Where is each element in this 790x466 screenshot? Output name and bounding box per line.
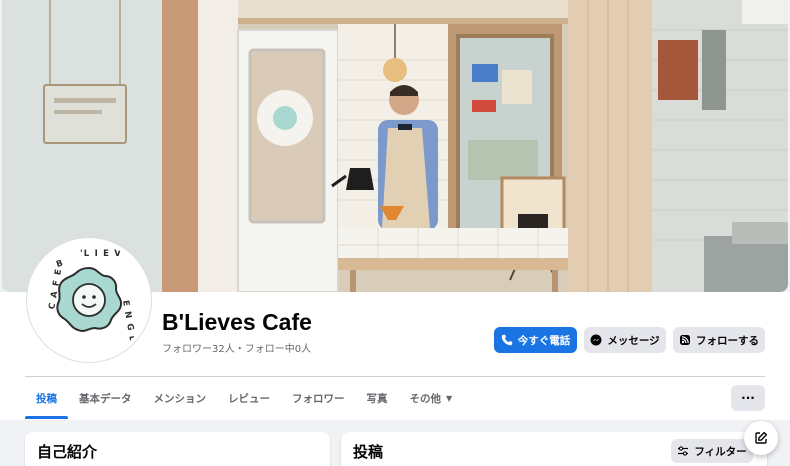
follower-count[interactable]: フォロワー32人・フォロー中0人 — [162, 340, 311, 355]
cafe-logo-icon: B 'L I E V E S E N G L I S H C A F E — [32, 243, 146, 358]
tab-label: 写真 — [366, 392, 388, 405]
tab-about[interactable]: 基本データ — [68, 377, 143, 419]
profile-avatar[interactable]: B 'L I E V E S E N G L I S H C A F E — [27, 238, 151, 362]
tab-label: 基本データ — [79, 392, 132, 405]
tab-followers[interactable]: フォロワー — [281, 377, 356, 419]
tab-photos[interactable]: 写真 — [356, 377, 399, 419]
tab-label: その他 — [409, 392, 442, 405]
intro-card: 自己紹介 — [25, 432, 330, 466]
call-now-button[interactable]: 今すぐ電話 — [494, 327, 577, 353]
compose-edit-icon — [755, 431, 768, 444]
tab-reviews[interactable]: レビュー — [217, 377, 281, 419]
tab-label: レビュー — [228, 392, 270, 405]
sliders-icon — [678, 446, 689, 456]
posts-card: 投稿 フィルター — [341, 432, 767, 466]
tab-label: フォロワー — [292, 392, 345, 405]
filter-button[interactable]: フィルター — [671, 439, 753, 463]
facebook-page-profile: B 'L I E V E S E N G L I S H C A F E B'L… — [0, 0, 790, 466]
posts-title: 投稿 — [353, 443, 384, 461]
filter-label: フィルター — [694, 445, 747, 458]
follow-button[interactable]: フォローする — [673, 327, 765, 353]
messenger-icon — [590, 334, 602, 346]
tab-label: 投稿 — [36, 392, 57, 405]
more-options-button[interactable]: ··· — [731, 385, 765, 411]
profile-tabs: 投稿 基本データ メンション レビュー フォロワー 写真 その他 ▼ — [25, 377, 463, 419]
phone-icon — [501, 334, 512, 346]
call-now-label: 今すぐ電話 — [517, 334, 571, 347]
send-message-button[interactable]: メッセージ — [584, 327, 666, 353]
tab-posts[interactable]: 投稿 — [25, 377, 68, 419]
caret-down-icon: ▼ — [446, 393, 453, 403]
page-title: B'Lieves Cafe — [162, 309, 312, 335]
send-message-label: メッセージ — [607, 334, 660, 347]
new-message-button[interactable] — [744, 421, 778, 455]
follow-label: フォローする — [696, 334, 759, 347]
tab-more[interactable]: その他 ▼ — [399, 377, 464, 419]
tab-mentions[interactable]: メンション — [143, 377, 218, 419]
intro-title: 自己紹介 — [37, 443, 98, 461]
follow-rss-icon — [680, 335, 690, 345]
ellipsis-icon: ··· — [741, 391, 755, 405]
tab-label: メンション — [153, 392, 207, 405]
